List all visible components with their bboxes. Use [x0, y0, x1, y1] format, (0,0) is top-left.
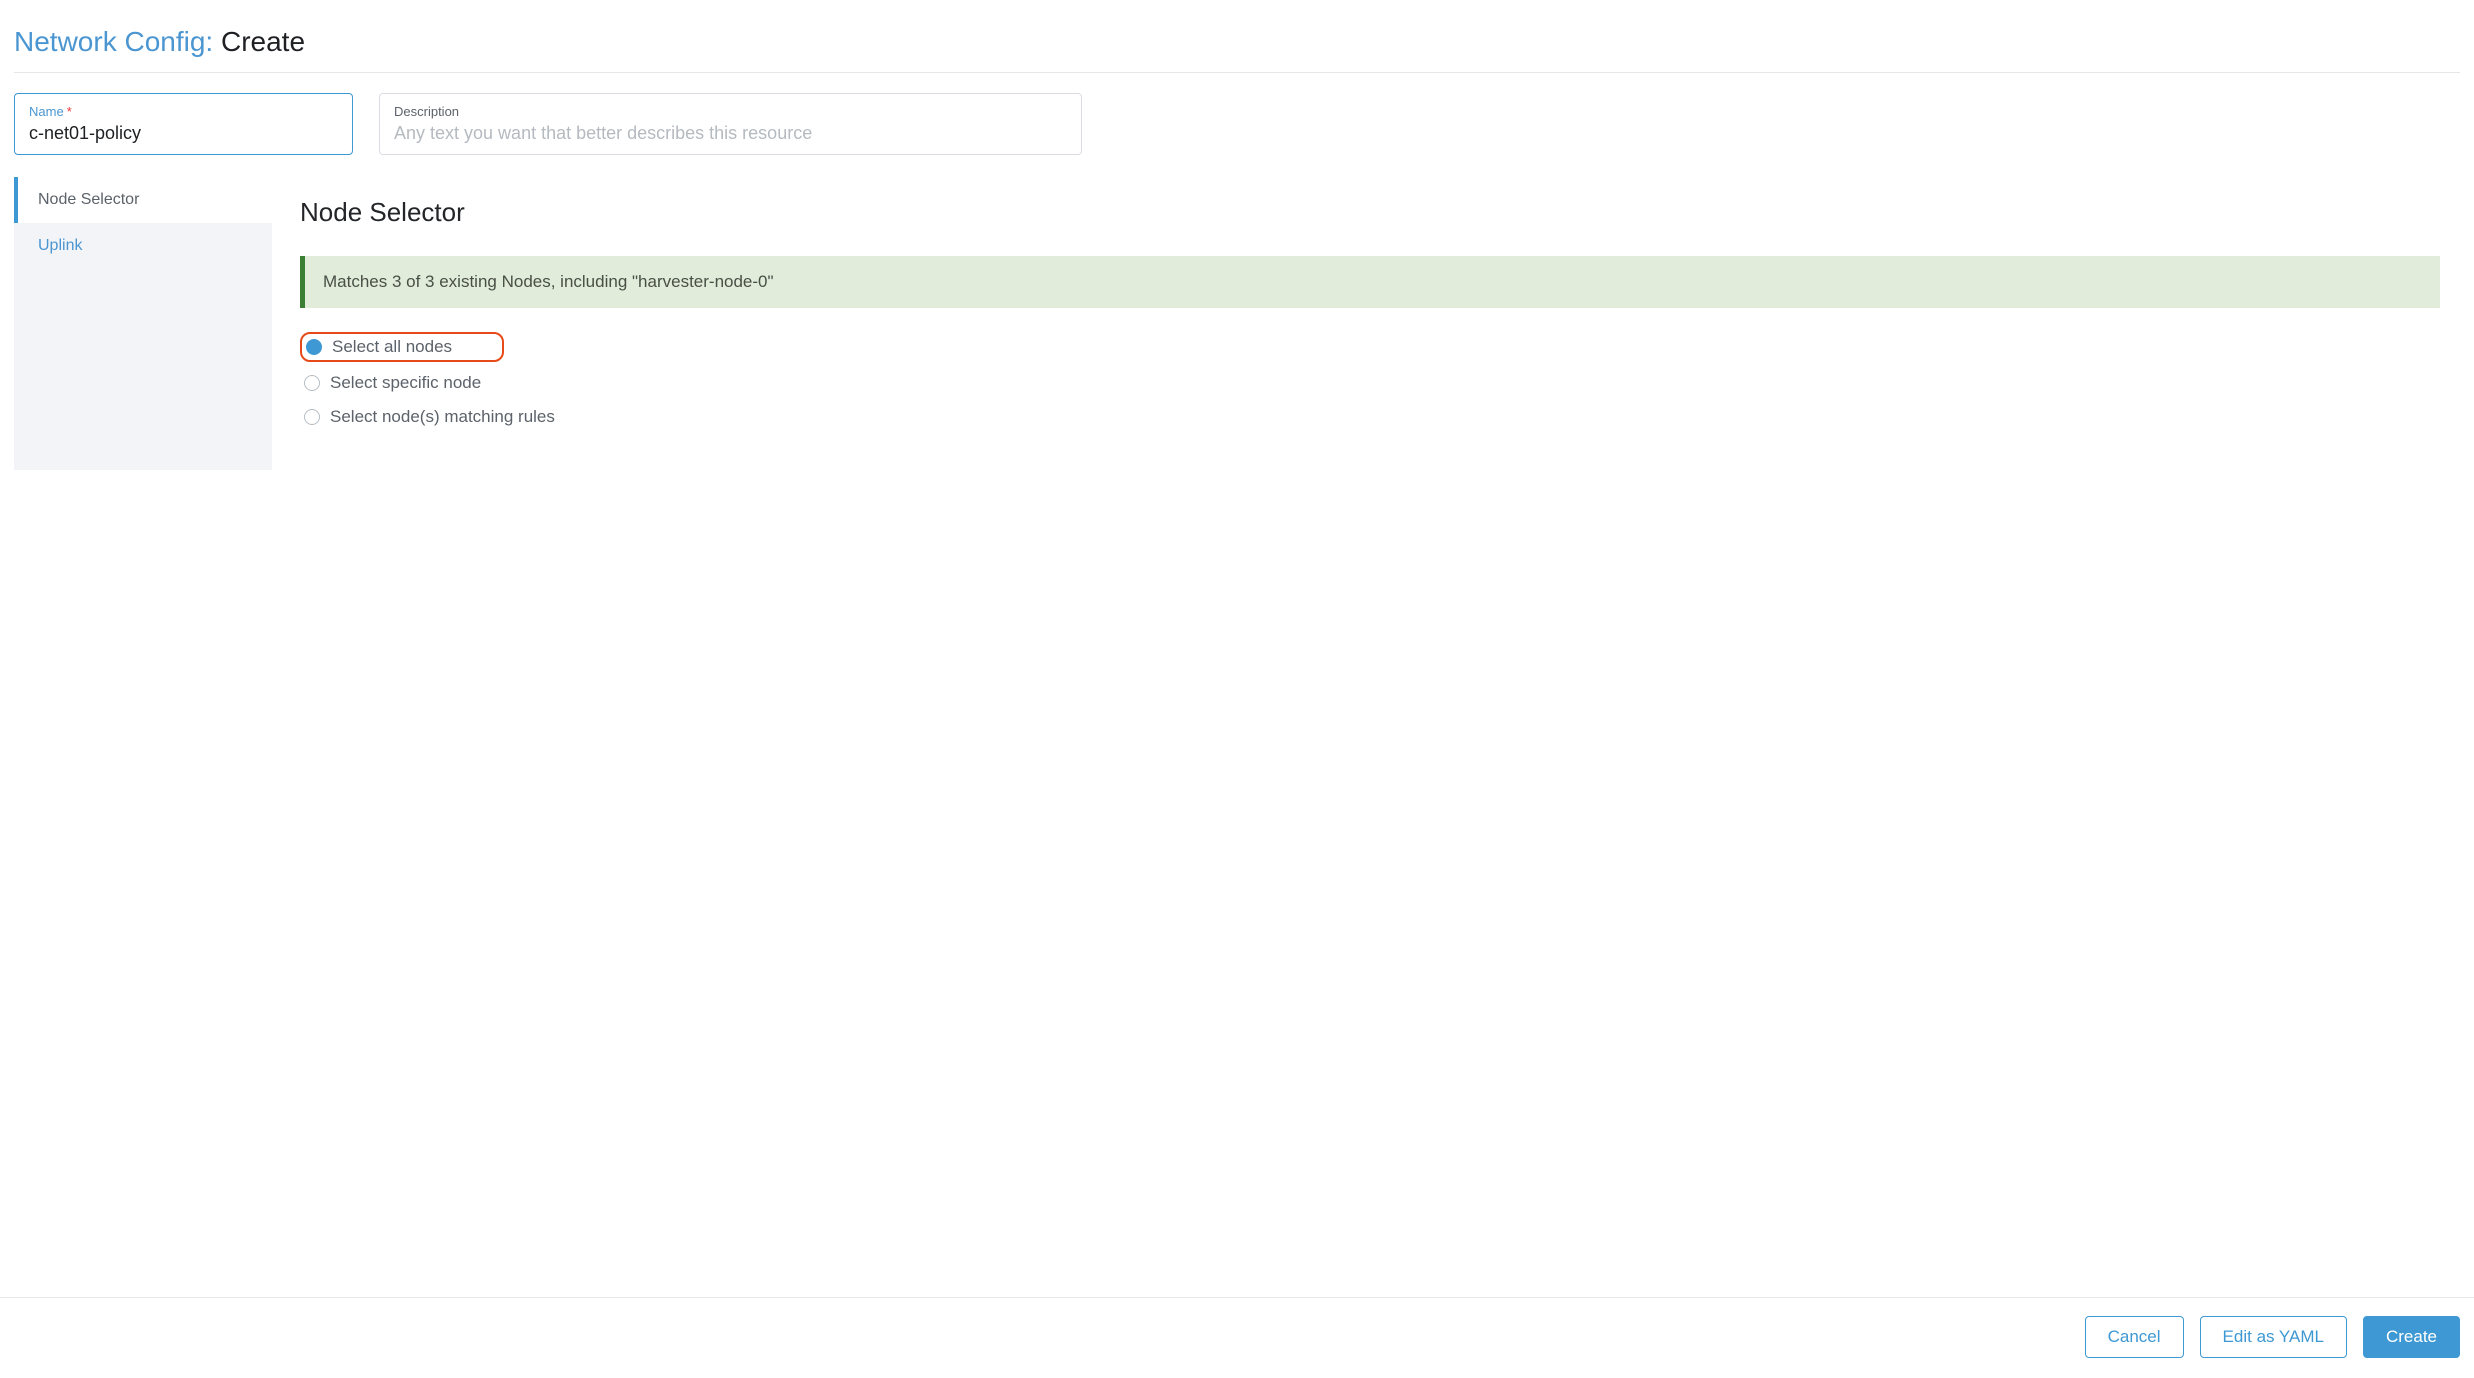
radio-select-specific-node[interactable]: Select specific node: [300, 370, 2440, 396]
description-input[interactable]: [394, 123, 1067, 144]
page-title: Network Config: Create: [14, 12, 2460, 72]
node-selector-radio-group: Select all nodes Select specific node Se…: [300, 332, 2440, 430]
title-divider: [14, 72, 2460, 73]
radio-label: Select all nodes: [332, 337, 452, 357]
tab-label: Node Selector: [38, 191, 139, 208]
description-field-label: Description: [394, 104, 1067, 119]
panel-area: Node Selector Uplink Node Selector Match…: [14, 177, 2460, 470]
description-field-box[interactable]: Description: [379, 93, 1082, 155]
required-mark: *: [67, 104, 72, 119]
name-field-box[interactable]: Name *: [14, 93, 353, 155]
tab-uplink[interactable]: Uplink: [14, 223, 272, 269]
radio-select-matching-rules[interactable]: Select node(s) matching rules: [300, 404, 2440, 430]
name-input[interactable]: [29, 123, 338, 144]
cancel-button[interactable]: Cancel: [2085, 1316, 2184, 1358]
radio-circle-icon: [304, 375, 320, 391]
name-field-container: Name *: [14, 93, 353, 155]
name-label-text: Name: [29, 104, 64, 119]
panel-content: Node Selector Matches 3 of 3 existing No…: [272, 177, 2460, 470]
radio-label: Select specific node: [330, 373, 481, 393]
tab-label: Uplink: [38, 237, 82, 254]
description-field-container: Description: [379, 93, 1082, 155]
tab-node-selector[interactable]: Node Selector: [14, 177, 272, 223]
title-context: Network Config:: [14, 26, 213, 57]
radio-select-all-nodes[interactable]: Select all nodes: [300, 332, 504, 362]
panel-heading: Node Selector: [300, 197, 2440, 228]
match-info-banner: Matches 3 of 3 existing Nodes, including…: [300, 256, 2440, 308]
fields-row: Name * Description: [14, 93, 2460, 155]
radio-label: Select node(s) matching rules: [330, 407, 555, 427]
create-button[interactable]: Create: [2363, 1316, 2460, 1358]
edit-as-yaml-button[interactable]: Edit as YAML: [2200, 1316, 2347, 1358]
radio-circle-icon: [304, 409, 320, 425]
radio-circle-icon: [306, 339, 322, 355]
footer-actions: Cancel Edit as YAML Create: [0, 1297, 2474, 1378]
title-action: Create: [221, 26, 305, 57]
name-field-label: Name *: [29, 104, 338, 119]
description-label-text: Description: [394, 104, 459, 119]
tabs-column: Node Selector Uplink: [14, 177, 272, 470]
